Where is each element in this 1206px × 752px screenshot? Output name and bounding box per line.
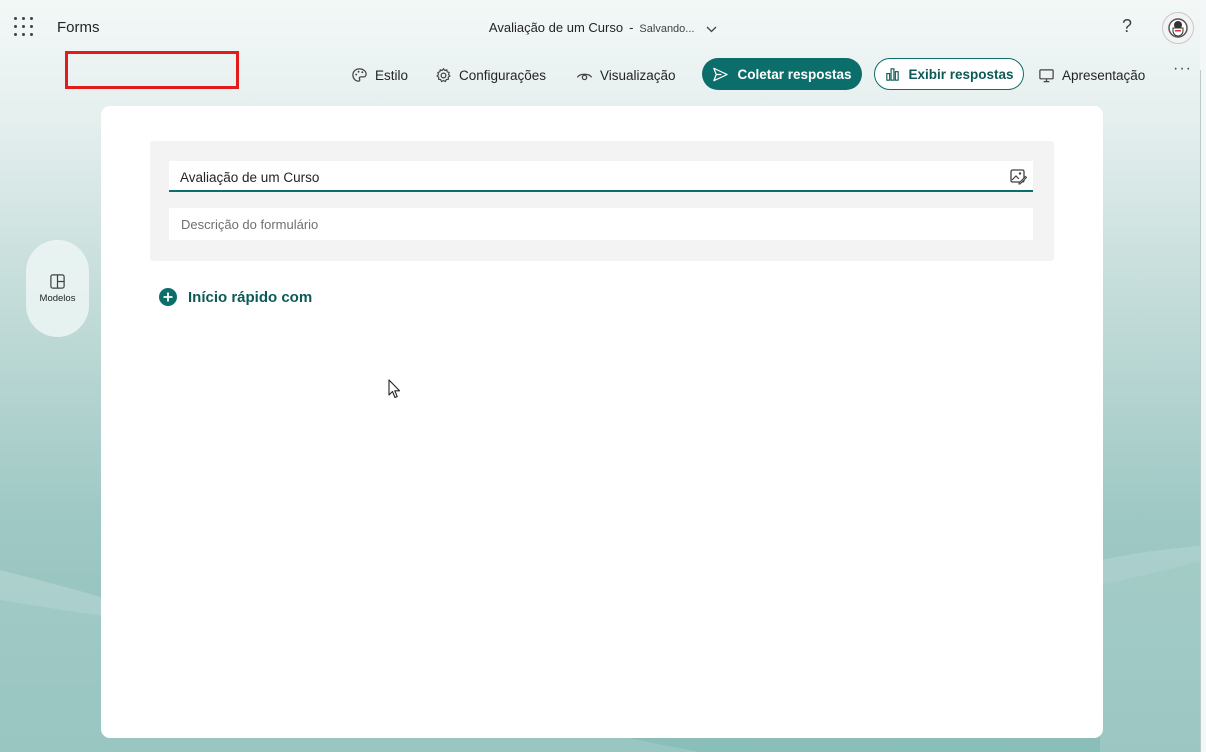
save-status: Salvando... <box>639 23 695 35</box>
collect-responses-button[interactable]: Coletar respostas <box>702 58 862 90</box>
present-button[interactable]: Apresentação <box>1038 64 1145 86</box>
monitor-icon <box>1039 68 1054 82</box>
style-button[interactable]: Estilo <box>351 64 408 86</box>
document-title: Avaliação de um Curso <box>488 20 624 35</box>
form-card: Avaliação de um Curso Início rápido com <box>101 106 1103 738</box>
title-separator: - <box>629 20 634 35</box>
document-title-bar[interactable]: Avaliação de um Curso - Salvando... <box>0 20 1206 36</box>
image-edit-icon[interactable] <box>1009 167 1028 190</box>
quick-start-label: Início rápido com <box>188 288 313 306</box>
preview-button[interactable]: Visualização <box>576 64 676 86</box>
view-responses-button[interactable]: Exibir respostas <box>874 58 1024 90</box>
window-edge <box>1200 0 1206 752</box>
layout-icon <box>50 274 65 289</box>
avatar[interactable] <box>1162 12 1194 44</box>
form-description-input[interactable] <box>169 208 1033 240</box>
chevron-down-icon[interactable] <box>706 21 717 36</box>
present-label: Apresentação <box>1062 67 1146 83</box>
title-highlight-box <box>65 51 239 89</box>
mouse-cursor-icon <box>388 379 401 399</box>
templates-label: Modelos <box>39 293 76 304</box>
help-button[interactable]: ? <box>1122 16 1132 37</box>
plus-circle-icon <box>159 288 177 306</box>
view-responses-label: Exibir respostas <box>908 66 1014 82</box>
preview-label: Visualização <box>600 67 676 83</box>
send-icon <box>713 67 729 81</box>
templates-button[interactable]: Modelos <box>26 240 89 337</box>
collect-responses-label: Coletar respostas <box>737 66 852 82</box>
style-label: Estilo <box>375 67 409 83</box>
settings-label: Configurações <box>459 67 547 83</box>
user-avatar-icon <box>1168 18 1188 38</box>
more-options-button[interactable]: ··· <box>1173 60 1192 78</box>
palette-icon <box>352 67 367 82</box>
settings-button[interactable]: Configurações <box>435 64 546 86</box>
form-title-text: Avaliação de um Curso <box>180 170 320 185</box>
top-bar: Forms Avaliação de um Curso - Salvando... … <box>0 0 1206 56</box>
eye-icon <box>576 73 593 80</box>
quick-start-button[interactable]: Início rápido com <box>158 287 312 307</box>
bar-chart-icon <box>886 67 900 81</box>
gear-icon <box>436 67 451 82</box>
form-title-field[interactable]: Avaliação de um Curso <box>169 161 1033 192</box>
form-description-field[interactable] <box>169 208 1033 240</box>
form-header: Avaliação de um Curso <box>150 141 1054 261</box>
